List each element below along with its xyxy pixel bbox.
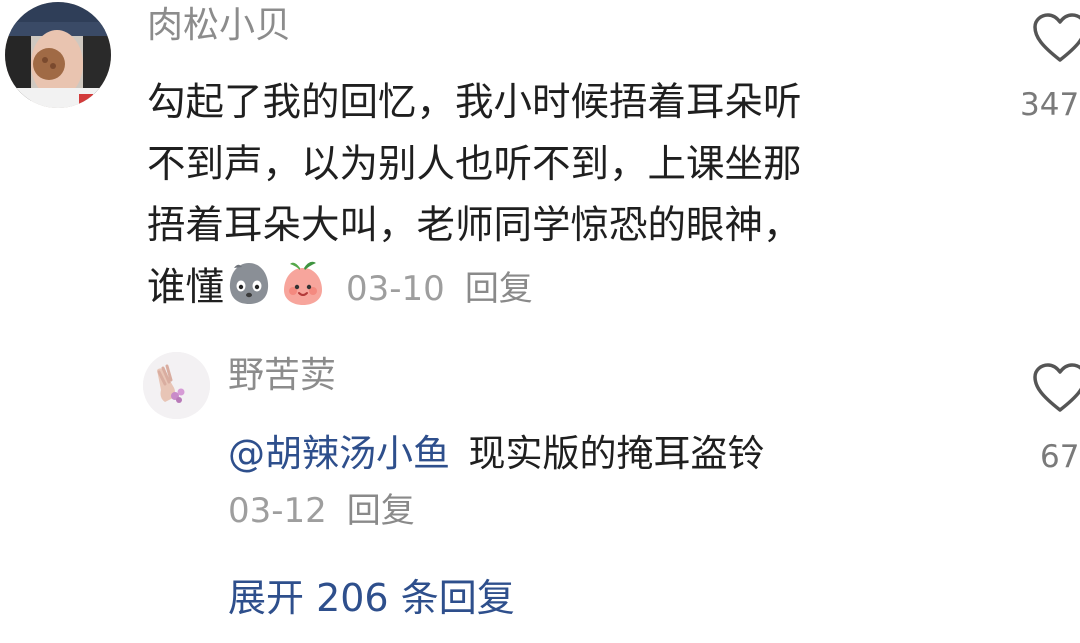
reply-like-count: 67 bbox=[1040, 439, 1080, 475]
reply-text: @胡辣汤小鱼 现实版的掩耳盗铃 bbox=[228, 424, 1008, 484]
mention-link[interactable]: @胡辣汤小鱼 bbox=[228, 432, 450, 475]
smiling-peach-emoji bbox=[284, 261, 323, 305]
comment-last-line: 谁懂 03-10 回复 bbox=[147, 257, 947, 321]
reply-meta: 03-12 回复 bbox=[228, 486, 415, 542]
reply-like-button[interactable]: 67 bbox=[1012, 362, 1080, 473]
avatar-image bbox=[5, 2, 111, 108]
avatar-image bbox=[143, 352, 210, 419]
comment-line: 勾起了我的回忆，我小时候捂着耳朵听 bbox=[147, 80, 802, 125]
comment-line: 捂着耳朵大叫，老师同学惊恐的眼神， bbox=[147, 203, 802, 248]
comment-line: 谁懂 bbox=[147, 264, 225, 310]
reply-username[interactable]: 野苦荬 bbox=[228, 358, 336, 394]
heart-outline-icon bbox=[1033, 363, 1080, 412]
expand-replies-button[interactable]: 展开 206 条回复 bbox=[228, 572, 515, 624]
reply-reply-button[interactable]: 回复 bbox=[347, 491, 415, 531]
comment-line: 不到声，以为别人也听不到，上课坐那 bbox=[147, 141, 802, 187]
sad-face-emoji bbox=[229, 262, 269, 304]
avatar[interactable] bbox=[5, 2, 111, 108]
reply-date: 03-12 bbox=[228, 491, 327, 531]
comment-date: 03-10 bbox=[346, 268, 445, 309]
like-count: 347 bbox=[1020, 87, 1080, 123]
comment-text: 勾起了我的回忆，我小时候捂着耳朵听 不到声，以为别人也听不到，上课坐那 捂着耳朵… bbox=[147, 72, 947, 320]
reply-avatar[interactable] bbox=[143, 352, 210, 419]
reply-message: 现实版的掩耳盗铃 bbox=[468, 432, 765, 475]
like-button[interactable]: 347 bbox=[1012, 12, 1080, 121]
reply-button[interactable]: 回复 bbox=[465, 269, 533, 309]
comment-username[interactable]: 肉松小贝 bbox=[147, 8, 291, 44]
heart-outline-icon bbox=[1033, 13, 1080, 62]
